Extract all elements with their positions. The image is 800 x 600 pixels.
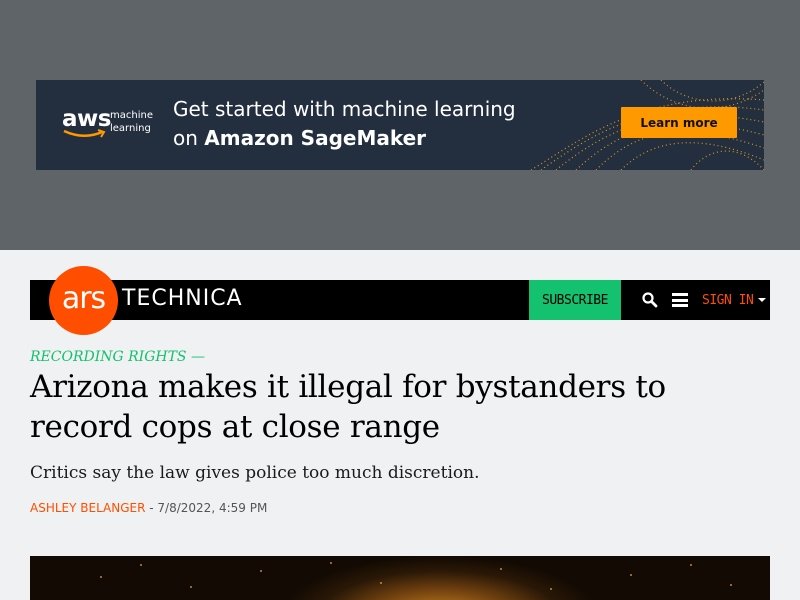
byline-separator: - <box>145 501 158 515</box>
ars-logo-circle[interactable]: ars <box>49 266 118 335</box>
article-kicker: RECORDING RIGHTS — <box>30 349 205 365</box>
search-button[interactable] <box>640 290 660 310</box>
sign-in-label: SIGN IN <box>702 292 754 308</box>
logo-ars-text: ars <box>61 281 106 316</box>
caret-down-icon <box>758 298 767 302</box>
hamburger-menu-icon[interactable] <box>670 290 690 310</box>
article-headline: Arizona makes it illegal for bystanders … <box>30 369 666 445</box>
search-icon <box>642 292 658 308</box>
ad-headline: Get started with machine learning on Ama… <box>173 97 516 150</box>
aws-logo: aws machine learning <box>62 106 162 146</box>
logo-technica-text[interactable]: TECHNICA <box>122 286 243 311</box>
article-dek: Critics say the law gives police too muc… <box>30 463 480 483</box>
learn-more-button[interactable]: Learn more <box>621 107 737 138</box>
sign-in-button[interactable]: SIGN IN <box>702 280 767 320</box>
ad-container: aws machine learning Get started with ma… <box>0 0 800 250</box>
aws-smile-icon <box>63 129 106 138</box>
ad-banner[interactable]: aws machine learning Get started with ma… <box>36 80 764 170</box>
author-link[interactable]: Ashley Belanger <box>30 501 145 515</box>
byline: Ashley Belanger - 7/8/2022, 4:59 PM <box>30 501 267 515</box>
lead-image <box>30 556 770 600</box>
subscribe-button[interactable]: SUBSCRIBE <box>529 280 621 320</box>
aws-logo-subtitle: machine learning <box>110 110 153 134</box>
publish-timestamp: 7/8/2022, 4:59 PM <box>157 501 268 515</box>
